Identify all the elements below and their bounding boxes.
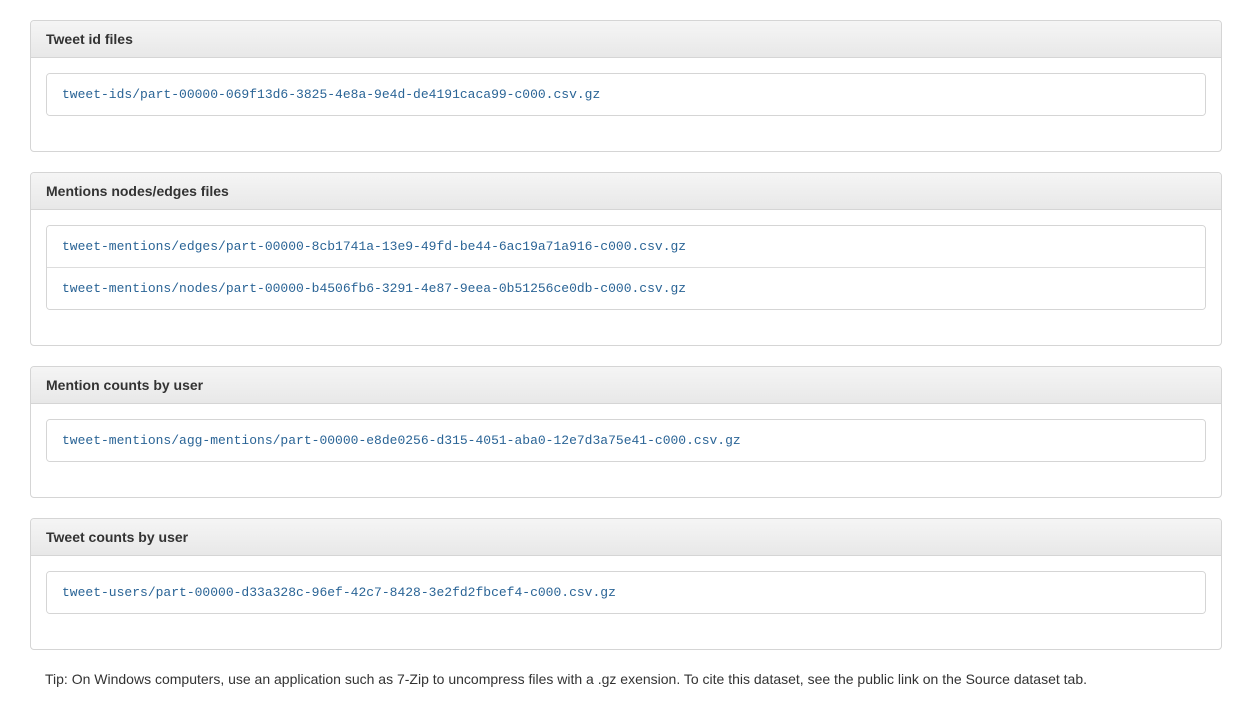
file-list: tweet-mentions/edges/part-00000-8cb1741a… xyxy=(46,225,1206,310)
panel-body: tweet-ids/part-00000-069f13d6-3825-4e8a-… xyxy=(31,58,1221,151)
panel-body: tweet-users/part-00000-d33a328c-96ef-42c… xyxy=(31,556,1221,649)
file-list: tweet-ids/part-00000-069f13d6-3825-4e8a-… xyxy=(46,73,1206,116)
panel-mention-counts-by-user: Mention counts by user tweet-mentions/ag… xyxy=(30,366,1222,498)
file-link[interactable]: tweet-mentions/nodes/part-00000-b4506fb6… xyxy=(47,267,1205,309)
panel-heading: Tweet counts by user xyxy=(31,519,1221,556)
panel-tweet-counts-by-user: Tweet counts by user tweet-users/part-00… xyxy=(30,518,1222,650)
panel-body: tweet-mentions/agg-mentions/part-00000-e… xyxy=(31,404,1221,497)
file-link[interactable]: tweet-mentions/agg-mentions/part-00000-e… xyxy=(47,420,1205,461)
panel-heading: Mention counts by user xyxy=(31,367,1221,404)
tip-text: Tip: On Windows computers, use an applic… xyxy=(30,670,1222,690)
panel-body: tweet-mentions/edges/part-00000-8cb1741a… xyxy=(31,210,1221,345)
file-list: tweet-mentions/agg-mentions/part-00000-e… xyxy=(46,419,1206,462)
panel-heading: Mentions nodes/edges files xyxy=(31,173,1221,210)
file-list: tweet-users/part-00000-d33a328c-96ef-42c… xyxy=(46,571,1206,614)
file-link[interactable]: tweet-ids/part-00000-069f13d6-3825-4e8a-… xyxy=(47,74,1205,115)
panel-heading: Tweet id files xyxy=(31,21,1221,58)
file-link[interactable]: tweet-mentions/edges/part-00000-8cb1741a… xyxy=(47,226,1205,267)
panel-tweet-id-files: Tweet id files tweet-ids/part-00000-069f… xyxy=(30,20,1222,152)
file-link[interactable]: tweet-users/part-00000-d33a328c-96ef-42c… xyxy=(47,572,1205,613)
panel-mentions-nodes-edges: Mentions nodes/edges files tweet-mention… xyxy=(30,172,1222,346)
